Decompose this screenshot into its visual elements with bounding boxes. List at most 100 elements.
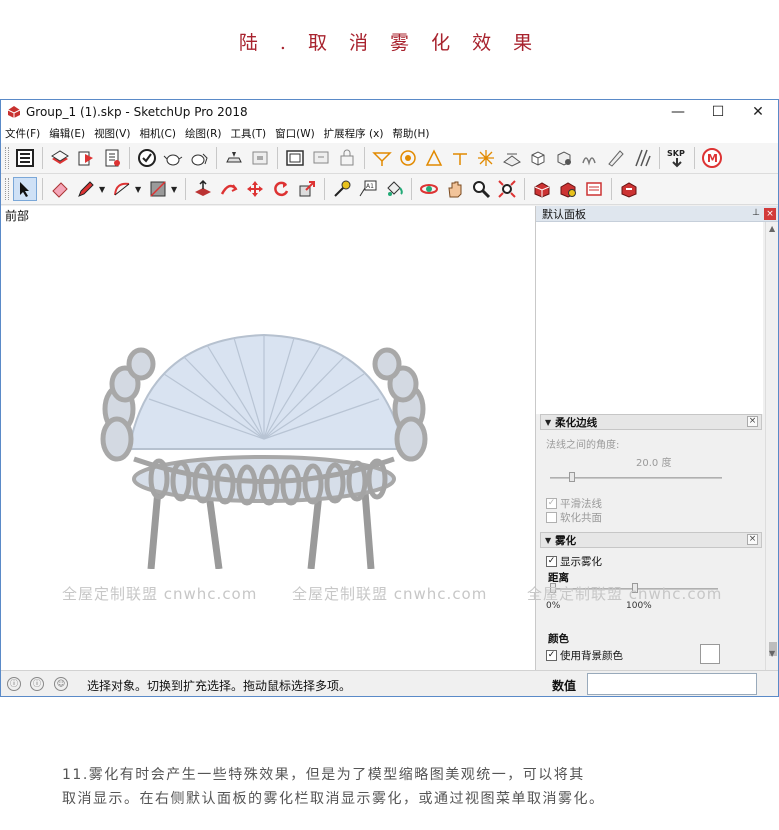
toolbar-views: SKP M <box>1 143 778 174</box>
check-icon[interactable] <box>135 146 159 170</box>
arc-icon[interactable] <box>110 177 134 201</box>
list-icon[interactable] <box>13 146 37 170</box>
chevron-down-icon[interactable]: ▼ <box>99 185 107 194</box>
chevron-up-icon[interactable]: ▲ <box>769 224 775 233</box>
slash-lines-icon[interactable] <box>630 146 654 170</box>
pencil-icon[interactable] <box>74 177 98 201</box>
share-model-icon[interactable] <box>556 177 580 201</box>
close-icon[interactable]: × <box>747 534 758 545</box>
soften-coplanar-row[interactable]: 软化共面 <box>546 510 602 525</box>
tray-scrollbar[interactable]: ▲ ▼ <box>765 222 778 670</box>
text-label-icon[interactable]: A1 <box>356 177 380 201</box>
pan-hand-icon[interactable] <box>443 177 467 201</box>
use-bg-color-row[interactable]: ✓ 使用背景颜色 <box>546 648 623 663</box>
menu-draw[interactable]: 绘图(R) <box>185 126 222 141</box>
show-fog-checkbox[interactable]: ✓ <box>546 556 557 567</box>
measurements-input[interactable] <box>587 673 757 695</box>
sandbox-scratch-icon[interactable] <box>396 146 420 170</box>
teapot-icon[interactable] <box>161 146 185 170</box>
ruler-icon[interactable] <box>604 146 628 170</box>
eraser-icon[interactable] <box>48 177 72 201</box>
select-arrow-icon[interactable] <box>13 177 37 201</box>
rectangle-icon[interactable] <box>146 177 170 201</box>
box-gear-icon[interactable] <box>552 146 576 170</box>
sandbox-smoove-icon[interactable] <box>422 146 446 170</box>
watermark: 全屋定制联盟 cnwhc.com <box>292 585 488 603</box>
push-pull-icon[interactable] <box>191 177 215 201</box>
tape-measure-icon[interactable] <box>330 177 354 201</box>
status-bar: ⓘ ⓘ ☺ 选择对象。切换到扩充选择。拖动鼠标选择多项。 数值 <box>1 670 778 696</box>
soften-edges-title: 柔化边线 <box>555 416 598 429</box>
sandbox-add-detail-icon[interactable] <box>500 146 524 170</box>
sandbox-drape-icon[interactable] <box>474 146 498 170</box>
wave-icon[interactable] <box>578 146 602 170</box>
svg-text:SKP: SKP <box>667 149 685 158</box>
section-display-icon[interactable] <box>248 146 272 170</box>
fog-color-swatch[interactable] <box>700 644 720 664</box>
menu-file[interactable]: 文件(F) <box>5 126 40 141</box>
fog-panel-header[interactable]: ▼ 雾化 × <box>540 532 762 548</box>
lock-icon[interactable] <box>335 146 359 170</box>
collapse-triangle-icon[interactable]: ▼ <box>545 418 551 427</box>
maximize-button[interactable]: ☐ <box>698 100 738 124</box>
fog-body: ✓ 显示雾化 距离 0% 100% 颜色 ✓ 使用背景颜色 <box>540 548 762 670</box>
smooth-normals-checkbox[interactable]: ✓ <box>546 498 557 509</box>
soften-coplanar-checkbox[interactable] <box>546 512 557 523</box>
svg-text:A1: A1 <box>366 183 374 190</box>
toolbar-grip[interactable] <box>5 178 9 200</box>
scale-icon[interactable] <box>295 177 319 201</box>
pin-icon[interactable]: ⊥ <box>752 208 760 218</box>
styles-icon[interactable] <box>74 146 98 170</box>
window-frame-icon[interactable] <box>283 146 307 170</box>
tray-blank-area <box>536 222 763 414</box>
chevron-down-icon[interactable]: ▼ <box>135 185 143 194</box>
menu-window[interactable]: 窗口(W) <box>275 126 315 141</box>
close-icon[interactable]: × <box>764 208 776 220</box>
chevron-down-icon[interactable]: ▼ <box>171 185 179 194</box>
sandbox-contour-icon[interactable] <box>370 146 394 170</box>
box-icon[interactable] <box>526 146 550 170</box>
layers-icon[interactable] <box>48 146 72 170</box>
warehouse-icon[interactable] <box>530 177 554 201</box>
paint-bucket-icon[interactable] <box>382 177 406 201</box>
menu-edit[interactable]: 编辑(E) <box>49 126 85 141</box>
smooth-normals-row[interactable]: ✓ 平滑法线 <box>546 496 602 511</box>
m-plugin-icon[interactable]: M <box>700 146 724 170</box>
follow-me-icon[interactable] <box>217 177 241 201</box>
geo-location-icon[interactable]: ⓘ <box>7 677 21 691</box>
zoom-icon[interactable] <box>469 177 493 201</box>
teapot-hand-icon[interactable] <box>187 146 211 170</box>
extension-manager-icon[interactable] <box>617 177 641 201</box>
section-plane-icon[interactable] <box>222 146 246 170</box>
menu-help[interactable]: 帮助(H) <box>392 126 429 141</box>
show-fog-row[interactable]: ✓ 显示雾化 <box>546 554 602 569</box>
minimize-button[interactable]: — <box>658 100 698 124</box>
extension-warehouse-icon[interactable] <box>582 177 606 201</box>
report-icon[interactable] <box>100 146 124 170</box>
orbit-icon[interactable] <box>417 177 441 201</box>
menu-view[interactable]: 视图(V) <box>94 126 130 141</box>
user-icon[interactable]: ☺ <box>54 677 68 691</box>
menu-extensions[interactable]: 扩展程序 (x) <box>324 126 384 141</box>
close-icon[interactable]: × <box>747 416 758 427</box>
sandbox-stamp-icon[interactable] <box>448 146 472 170</box>
close-button[interactable]: ✕ <box>738 100 778 124</box>
credits-icon[interactable]: ⓘ <box>30 677 44 691</box>
soften-edges-panel-header[interactable]: ▼ 柔化边线 × <box>540 414 762 430</box>
menu-tools[interactable]: 工具(T) <box>230 126 266 141</box>
menu-camera[interactable]: 相机(C) <box>139 126 176 141</box>
watermark: 全屋定制联盟 cnwhc.com <box>527 585 723 603</box>
chevron-down-icon[interactable]: ▼ <box>769 649 775 658</box>
zoom-extents-icon[interactable] <box>495 177 519 201</box>
use-bg-color-label: 使用背景颜色 <box>560 650 623 662</box>
monitor-icon[interactable] <box>309 146 333 170</box>
soften-edges-body: 法线之间的角度: 20.0 度 ✓ 平滑法线 软化共面 <box>540 432 762 530</box>
rotate-icon[interactable] <box>269 177 293 201</box>
toolbar-grip[interactable] <box>5 147 9 169</box>
angle-slider-thumb[interactable] <box>569 472 575 482</box>
collapse-triangle-icon[interactable]: ▼ <box>545 536 551 545</box>
angle-slider-track[interactable] <box>550 477 722 479</box>
move-icon[interactable] <box>243 177 267 201</box>
skp-export-icon[interactable]: SKP <box>665 146 689 170</box>
use-bg-color-checkbox[interactable]: ✓ <box>546 650 557 661</box>
